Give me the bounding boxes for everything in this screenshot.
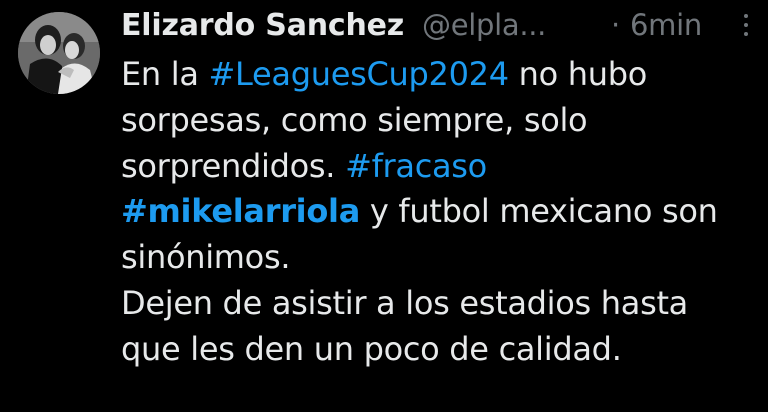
tweet-text-line: Dejen de asistir a los estadios hasta	[121, 283, 688, 322]
text-segment: y futbol mexicano son	[360, 192, 718, 231]
separator-dot: ·	[611, 8, 621, 42]
tweet-text-line: sinónimos.	[121, 238, 291, 277]
text-segment: En la	[121, 55, 209, 93]
vertical-ellipsis-icon[interactable]	[739, 12, 753, 42]
author-handle[interactable]: @elpla...	[422, 8, 546, 42]
hashtag-link[interactable]: #fracaso	[345, 147, 487, 185]
avatar-photo	[18, 12, 100, 94]
hashtag-link[interactable]: #LeaguesCup2024	[209, 55, 510, 93]
tweet-text: En la #LeaguesCup2024 no hubo sorpesas, …	[121, 52, 761, 373]
text-segment: no hubo	[508, 55, 648, 93]
author-display-name[interactable]: Elizardo Sanchez	[121, 8, 404, 43]
tweet-text-line: En la #LeaguesCup2024 no hubo	[121, 52, 761, 98]
timestamp[interactable]: 6min	[630, 8, 702, 42]
tweet-text-line: #mikelarriola y futbol mexicano son	[121, 189, 761, 235]
text-segment: sorprendidos.	[121, 146, 346, 185]
hashtag-link[interactable]: #mikelarriola	[121, 192, 360, 230]
tweet-text-line: sorprendidos. #fracaso	[121, 144, 761, 190]
tweet-text-line: que les den un poco de calidad.	[121, 329, 622, 368]
tweet-text-line: sorpesas, como siempre, solo	[121, 100, 588, 139]
tweet-header: Elizardo Sanchez @elpla... · 6min	[121, 6, 761, 50]
avatar[interactable]	[18, 12, 100, 94]
tweet[interactable]: Elizardo Sanchez @elpla... · 6min En la …	[0, 0, 768, 412]
